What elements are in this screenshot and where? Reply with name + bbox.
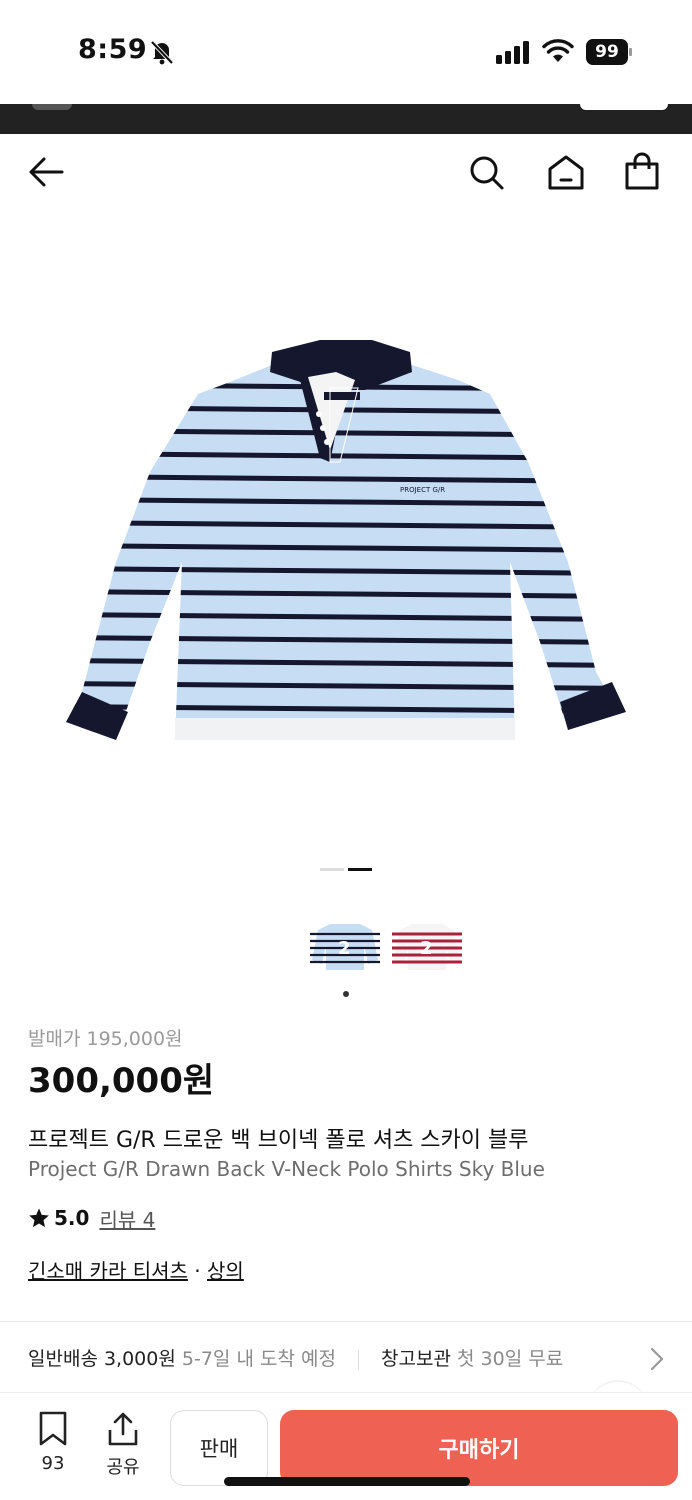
shirt-stripe bbox=[66, 427, 618, 439]
share-label: 공유 bbox=[106, 1457, 140, 1478]
carousel-indicator-active bbox=[348, 868, 372, 871]
section-divider bbox=[0, 1321, 692, 1322]
share-icon bbox=[108, 1412, 138, 1446]
carousel-indicator-inactive bbox=[320, 868, 344, 871]
svg-text:2: 2 bbox=[338, 938, 351, 959]
back-arrow-icon[interactable] bbox=[26, 152, 66, 192]
bell-off-icon bbox=[150, 40, 174, 65]
original-price: 발매가 195,000원 bbox=[28, 1028, 183, 1050]
status-time: 8:59 bbox=[78, 34, 148, 65]
storage-desc: 첫 30일 무료 bbox=[457, 1348, 564, 1370]
svg-text:2: 2 bbox=[420, 938, 433, 959]
shirt-stripe bbox=[66, 473, 618, 485]
price: 300,000원 bbox=[28, 1061, 215, 1101]
striped-polo-shirt-image: PROJECT G/R bbox=[66, 340, 626, 740]
share-button[interactable]: 공유 bbox=[98, 1411, 148, 1479]
home-indicator bbox=[224, 1477, 470, 1486]
category-link-main[interactable]: 긴소매 카라 티셔츠 bbox=[28, 1259, 188, 1283]
color-thumbnail-red[interactable]: 2 bbox=[392, 920, 462, 976]
category-separator: · bbox=[194, 1259, 201, 1283]
shirt-stripe bbox=[66, 542, 618, 554]
status-bar: 8:59 99 bbox=[0, 0, 692, 104]
search-icon[interactable] bbox=[466, 152, 506, 192]
product-image[interactable]: PROJECT G/R bbox=[0, 212, 692, 842]
shirt-stripe bbox=[66, 450, 618, 462]
category-breadcrumb: 긴소매 카라 티셔츠 · 상의 bbox=[28, 1255, 244, 1284]
sell-button[interactable]: 판매 bbox=[170, 1410, 268, 1486]
product-title-english: Project G/R Drawn Back V-Neck Polo Shirt… bbox=[28, 1157, 545, 1181]
battery-icon: 99 bbox=[586, 39, 632, 65]
bookmark-icon bbox=[39, 1411, 67, 1446]
signal-icon bbox=[496, 41, 529, 64]
top-banner bbox=[0, 104, 692, 134]
shipping-info[interactable]: 일반배송 3,000원 5-7일 내 도착 예정 창고보관 첫 30일 무료 bbox=[28, 1344, 563, 1371]
buy-button[interactable]: 구매하기 bbox=[280, 1410, 678, 1486]
star-icon bbox=[29, 1208, 49, 1228]
color-thumbnail-sky-blue[interactable]: 2 bbox=[310, 920, 380, 976]
home-icon[interactable] bbox=[546, 152, 586, 192]
rating-row: 5.0 리뷰 4 bbox=[28, 1204, 155, 1232]
svg-text:PROJECT G/R: PROJECT G/R bbox=[400, 486, 445, 494]
wifi-icon bbox=[542, 39, 574, 62]
thumbnail-selected-dot bbox=[343, 991, 349, 997]
shirt-stripe bbox=[66, 565, 618, 577]
top-navigation bbox=[0, 134, 692, 212]
category-link-sub[interactable]: 상의 bbox=[207, 1259, 244, 1283]
chevron-right-icon[interactable] bbox=[648, 1346, 666, 1372]
shopping-bag-icon[interactable] bbox=[622, 152, 662, 192]
shirt-stripe bbox=[66, 588, 618, 600]
shirt-stripe bbox=[66, 404, 618, 416]
bookmark-count: 93 bbox=[41, 1453, 65, 1474]
shipping-eta: 5-7일 내 도착 예정 bbox=[181, 1348, 336, 1370]
shipping-label: 일반배송 3,000원 bbox=[28, 1348, 176, 1370]
rating-score: 5.0 bbox=[54, 1206, 90, 1230]
bookmark-button[interactable]: 93 bbox=[28, 1411, 78, 1474]
product-title-korean: 프로젝트 G/R 드로운 백 브이넥 폴로 셔츠 스카이 블루 bbox=[28, 1128, 529, 1153]
reviews-link[interactable]: 리뷰 4 bbox=[99, 1204, 155, 1233]
shirt-stripe bbox=[66, 496, 618, 508]
storage-label: 창고보관 bbox=[381, 1348, 451, 1370]
shirt-stripe bbox=[66, 519, 618, 531]
battery-level: 99 bbox=[586, 39, 628, 65]
